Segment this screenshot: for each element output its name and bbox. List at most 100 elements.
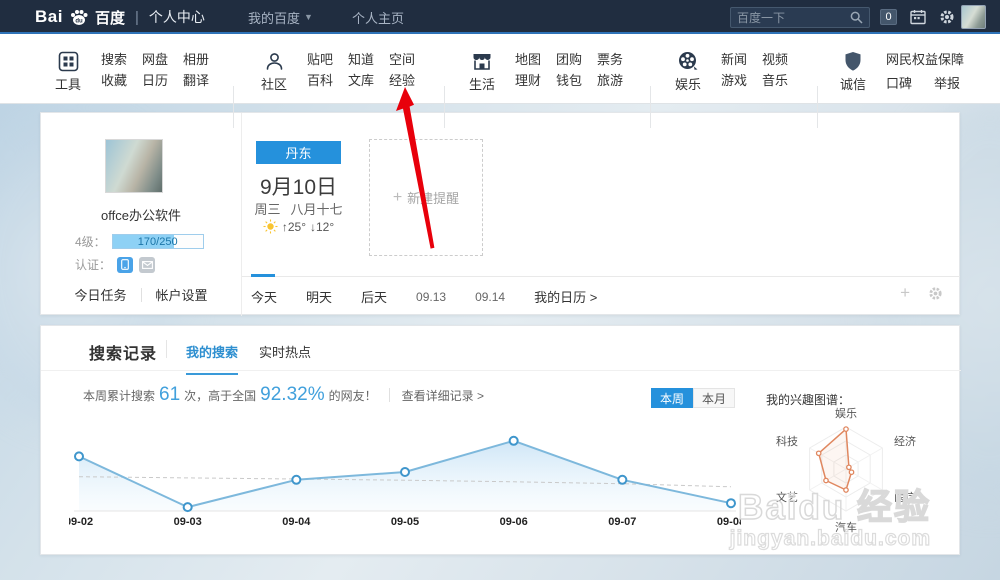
tab-0913[interactable]: 09.13 bbox=[416, 290, 446, 304]
city-button[interactable]: 丹东 bbox=[256, 141, 341, 164]
baidu-logo[interactable]: Bai du 百度 | 个人中心 bbox=[35, 0, 205, 34]
stats-mid: 次，高于全国 bbox=[184, 387, 256, 404]
divider bbox=[233, 86, 234, 128]
service-wallet[interactable]: 钱包 bbox=[556, 73, 582, 88]
service-community[interactable]: 社区 bbox=[256, 50, 292, 93]
search-icon[interactable] bbox=[850, 11, 863, 24]
level-progress-bar[interactable]: 170/250 bbox=[112, 234, 204, 249]
service-tickets[interactable]: 票务 bbox=[597, 52, 623, 67]
search-records-header: 搜索记录 我的搜索 实时热点 bbox=[41, 326, 961, 371]
view-details-link[interactable]: 查看详细记录 > bbox=[402, 387, 484, 404]
account-settings-link[interactable]: 帐户设置 bbox=[156, 285, 208, 304]
svg-text:09-07: 09-07 bbox=[608, 516, 636, 528]
service-video[interactable]: 视频 bbox=[762, 52, 788, 67]
svg-text:汽车: 汽车 bbox=[835, 520, 857, 534]
service-space[interactable]: 空间 bbox=[389, 52, 415, 67]
service-news[interactable]: 新闻 bbox=[721, 52, 747, 67]
svg-text:09-03: 09-03 bbox=[174, 516, 202, 528]
date-large: 9月10日 bbox=[241, 171, 356, 201]
calendar-icon[interactable] bbox=[910, 9, 926, 25]
baidu-personal-center-page: Bai du 百度 | 个人中心 我的百度 ▼ 个人主页 0 bbox=[0, 0, 1000, 580]
radar-chart-svg: 娱乐经济医疗汽车文艺科技 bbox=[761, 403, 931, 538]
notification-badge[interactable]: 0 bbox=[880, 9, 897, 25]
film-reel-icon bbox=[677, 50, 699, 72]
services-navigation: 工具 搜索 收藏 网盘 日历 相册 翻译 社区 bbox=[0, 34, 1000, 104]
date-detail: 周三 八月十七 bbox=[241, 199, 356, 218]
tab-day-after[interactable]: 后天 bbox=[361, 287, 387, 306]
gear-icon[interactable] bbox=[928, 286, 943, 301]
service-tools[interactable]: 工具 bbox=[50, 50, 86, 93]
level-row: 4级： 170/250 bbox=[75, 233, 204, 250]
service-favorites[interactable]: 收藏 bbox=[101, 73, 127, 88]
service-zhidao[interactable]: 知道 bbox=[348, 52, 374, 67]
search-records-card: 搜索记录 我的搜索 实时热点 本周累计搜索 61 次，高于全国 92.32% 的… bbox=[40, 325, 960, 555]
menu-personal-homepage[interactable]: 个人主页 bbox=[352, 0, 404, 34]
service-entertainment[interactable]: 娱乐 bbox=[670, 50, 706, 93]
today-tasks-link[interactable]: 今日任务 bbox=[74, 285, 126, 304]
interest-radar-chart: 娱乐经济医疗汽车文艺科技 bbox=[761, 403, 931, 543]
user-avatar-small[interactable] bbox=[961, 5, 986, 29]
divider bbox=[389, 388, 390, 402]
weekday: 周三 bbox=[254, 199, 280, 218]
logo-text-bai: Bai bbox=[35, 7, 63, 27]
menu-my-baidu[interactable]: 我的百度 ▼ bbox=[248, 0, 313, 34]
service-integrity[interactable]: 诚信 bbox=[835, 50, 871, 93]
verify-row: 认证： bbox=[75, 256, 155, 273]
sun-icon bbox=[263, 219, 278, 234]
plus-icon: + bbox=[393, 189, 402, 207]
svg-text:09-06: 09-06 bbox=[500, 516, 528, 528]
service-music[interactable]: 音乐 bbox=[762, 73, 788, 88]
service-integrity-label: 诚信 bbox=[840, 74, 866, 93]
active-tab-indicator bbox=[251, 274, 275, 277]
service-jubao[interactable]: 举报 bbox=[934, 73, 960, 92]
svg-text:09-05: 09-05 bbox=[391, 516, 419, 528]
tab-today[interactable]: 今天 bbox=[251, 287, 277, 306]
shield-icon bbox=[844, 50, 862, 72]
this-week-button[interactable]: 本周 bbox=[651, 388, 693, 408]
gear-icon[interactable] bbox=[939, 9, 955, 25]
service-travel[interactable]: 旅游 bbox=[597, 73, 623, 88]
add-reminder-box[interactable]: + 新建提醒 bbox=[369, 139, 483, 256]
service-netdisk[interactable]: 网盘 bbox=[142, 52, 168, 67]
service-translate[interactable]: 翻译 bbox=[183, 73, 209, 88]
my-calendar-link[interactable]: 我的日历 > bbox=[534, 287, 597, 306]
svg-text:文艺: 文艺 bbox=[776, 490, 798, 504]
service-games[interactable]: 游戏 bbox=[721, 73, 747, 88]
service-column: 新闻 游戏 bbox=[721, 50, 747, 93]
service-life[interactable]: 生活 bbox=[464, 50, 500, 93]
add-icon[interactable]: + bbox=[900, 285, 910, 301]
service-album[interactable]: 相册 bbox=[183, 52, 209, 67]
service-baike[interactable]: 百科 bbox=[307, 73, 333, 88]
search-stats: 本周累计搜索 61 次，高于全国 92.32% 的网友！ 查看详细记录 > bbox=[83, 384, 484, 406]
svg-text:医疗: 医疗 bbox=[894, 490, 916, 504]
service-search[interactable]: 搜索 bbox=[101, 52, 127, 67]
service-rights-protection[interactable]: 网民权益保障 bbox=[886, 50, 964, 67]
service-group-community: 社区 贴吧 百科 知道 文库 空间 经验 bbox=[256, 50, 415, 93]
service-calendar[interactable]: 日历 bbox=[142, 73, 168, 88]
tab-realtime-hot[interactable]: 实时热点 bbox=[259, 342, 311, 373]
service-map[interactable]: 地图 bbox=[515, 52, 541, 67]
service-tieba[interactable]: 贴吧 bbox=[307, 52, 333, 67]
service-licai[interactable]: 理财 bbox=[515, 73, 541, 88]
phone-verified-icon[interactable] bbox=[117, 257, 133, 273]
service-column: 票务 旅游 bbox=[597, 50, 623, 93]
tab-tomorrow[interactable]: 明天 bbox=[306, 287, 332, 306]
tab-my-search[interactable]: 我的搜索 bbox=[186, 342, 238, 375]
divider bbox=[141, 288, 142, 302]
stats-prefix: 本周累计搜索 bbox=[83, 387, 155, 404]
user-avatar-large[interactable] bbox=[105, 139, 163, 193]
stats-percent: 92.32% bbox=[260, 384, 324, 406]
top-search-box[interactable] bbox=[730, 7, 870, 28]
this-month-button[interactable]: 本月 bbox=[693, 388, 735, 408]
svg-text:du: du bbox=[75, 19, 83, 25]
service-jingyan[interactable]: 经验 bbox=[389, 73, 415, 88]
email-verify-icon[interactable] bbox=[139, 257, 155, 273]
app-title: 个人中心 bbox=[149, 7, 205, 27]
service-tuangou[interactable]: 团购 bbox=[556, 52, 582, 67]
stats-suffix: 的网友！ bbox=[329, 387, 377, 404]
temp-high: ↑25° bbox=[282, 220, 306, 234]
service-koubei[interactable]: 口碑 bbox=[886, 73, 912, 92]
service-wenku[interactable]: 文库 bbox=[348, 73, 374, 88]
tab-0914[interactable]: 09.14 bbox=[475, 290, 505, 304]
search-input[interactable] bbox=[737, 11, 850, 25]
